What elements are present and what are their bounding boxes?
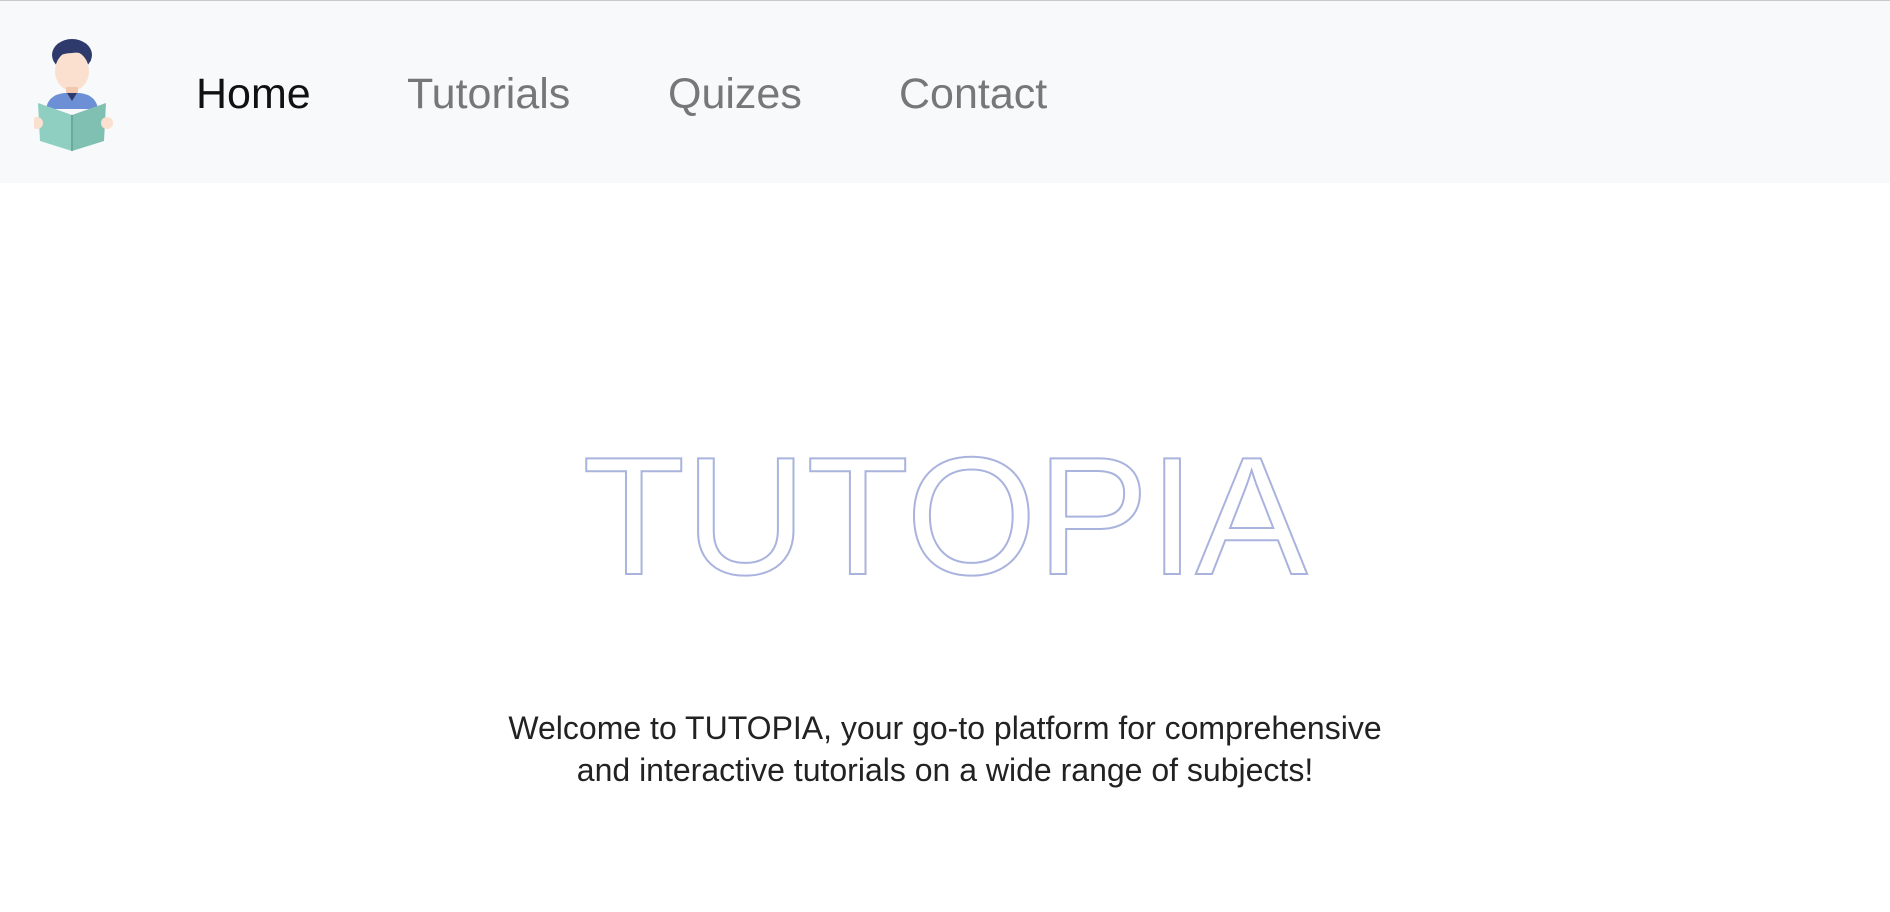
- page: Home Tutorials Quizes Contact TUTOPIA We…: [0, 0, 1890, 912]
- welcome-message: Welcome to TUTOPIA, your go-to platform …: [508, 710, 1382, 788]
- site-logo[interactable]: [31, 35, 114, 155]
- hero-title-text: TUTOPIA: [583, 438, 1308, 588]
- nav-link-tutorials[interactable]: Tutorials: [407, 65, 570, 123]
- nav-link-home[interactable]: Home: [196, 65, 311, 123]
- hero-title: TUTOPIA: [582, 438, 1309, 588]
- student-reading-book-icon: [31, 39, 113, 151]
- navbar: Home Tutorials Quizes Contact: [0, 0, 1890, 183]
- nav-link-quizes[interactable]: Quizes: [668, 65, 802, 123]
- nav-link-contact[interactable]: Contact: [899, 65, 1047, 123]
